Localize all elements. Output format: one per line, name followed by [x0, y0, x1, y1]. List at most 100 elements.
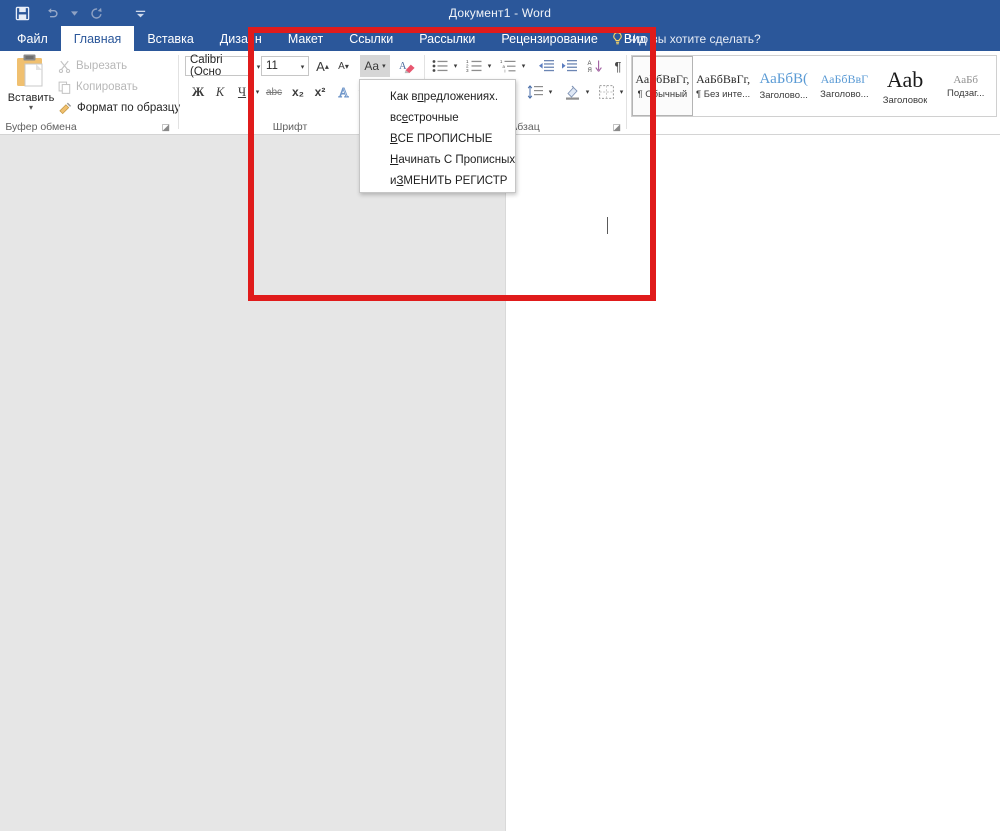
ribbon-group-styles: АаБбВвГг, ¶ Обычный АаБбВвГг, ¶ Без инте...… [627, 51, 1000, 135]
numbering-button[interactable]: 123 [463, 55, 485, 77]
copy-label: Копировать [76, 81, 138, 93]
ribbon-tab-label: Вставка [147, 31, 194, 46]
case-menu-item-4[interactable]: и З МЕНИТЬ РЕГИСТР [360, 170, 515, 191]
title-bar: Документ1 - Word [0, 0, 1000, 26]
lightbulb-icon [613, 32, 622, 45]
strikethrough-button[interactable]: abc [263, 81, 285, 103]
style-card-5[interactable]: АаБб Подзаг... [935, 56, 996, 116]
style-name: Подзаг... [947, 87, 985, 99]
bullets-dropdown-icon[interactable]: ▾ [450, 55, 461, 77]
superscript-button[interactable]: x² [309, 81, 331, 103]
change-case-dropdown-icon[interactable]: ▾ [382, 62, 386, 70]
style-card-2[interactable]: АаБбВ( Заголово... [753, 56, 814, 116]
quick-access-toolbar [8, 0, 154, 26]
sort-icon: AЯ [588, 60, 602, 73]
paragraph-dialog-launcher[interactable]: ◪ [612, 123, 621, 132]
bold-glyph: Ж [191, 84, 205, 99]
underline-button[interactable]: Ч [231, 81, 253, 103]
ribbon-tab-label: Макет [287, 31, 324, 46]
italic-button[interactable]: К [209, 81, 231, 103]
shading-button[interactable] [561, 81, 583, 103]
numbering-dropdown-icon[interactable]: ▾ [484, 55, 495, 77]
undo-dropdown-icon[interactable] [68, 1, 80, 25]
grow-font-button[interactable]: A ▴ [312, 55, 333, 77]
styles-gallery[interactable]: АаБбВвГг, ¶ Обычный АаБбВвГг, ¶ Без инте...… [631, 55, 997, 117]
paste-button[interactable]: Вставить ▾ [8, 53, 54, 119]
paste-dropdown-icon[interactable]: ▾ [29, 104, 33, 112]
decrease-indent-icon [539, 60, 554, 72]
copy-button[interactable]: Копировать [58, 77, 138, 97]
ribbon-tab-1[interactable]: Главная [60, 26, 135, 51]
multilevel-list-button[interactable]: 1ai [497, 55, 519, 77]
shading-dropdown-icon[interactable]: ▾ [582, 81, 593, 103]
line-spacing-icon [527, 85, 543, 99]
format-painter-button[interactable]: Формат по образцу [58, 98, 180, 118]
case-menu-text: МЕНИТЬ РЕГИСТР [403, 174, 508, 187]
font-name-box[interactable]: Calibri (Осно [185, 54, 253, 78]
style-card-4[interactable]: Ааb Заголовок [875, 56, 936, 116]
tell-me-text: Что вы хотите сделать? [628, 31, 761, 46]
shading-icon [565, 85, 579, 100]
style-card-0[interactable]: АаБбВвГг, ¶ Обычный [632, 56, 693, 116]
ribbon-tab-6[interactable]: Рассылки [406, 26, 488, 51]
multilevel-list-icon: 1ai [500, 59, 516, 73]
ribbon-tabs: Файл Главная Вставка Дизайн Макет Ссылки Рассы… [4, 26, 659, 51]
style-preview: АаБб [953, 73, 978, 86]
text-effects-button[interactable]: A [334, 81, 356, 103]
subscript-button[interactable]: x₂ [287, 81, 309, 103]
document-page[interactable] [505, 135, 1000, 831]
ribbon-tab-3[interactable]: Дизайн [207, 26, 275, 51]
format-painter-icon [59, 102, 72, 114]
multilevel-list-dropdown-icon[interactable]: ▾ [518, 55, 529, 77]
line-spacing-button[interactable] [524, 81, 546, 103]
clipboard-dialog-launcher[interactable]: ◪ [161, 123, 170, 132]
bold-button[interactable]: Ж [187, 81, 209, 103]
style-preview: АаБбВвГг, [696, 72, 751, 86]
style-card-1[interactable]: АаБбВвГг, ¶ Без инте... [693, 56, 754, 116]
format-painter-label: Формат по образцу [77, 102, 181, 114]
word-window: Документ1 - Word Файл Главная Вставка Дизай… [0, 0, 1000, 831]
case-menu-item-3[interactable]: Начинать С Прописных [360, 149, 515, 170]
borders-icon [598, 85, 614, 99]
ribbon-tab-label: Рецензирование [501, 31, 598, 46]
ribbon-tab-bar: Файл Главная Вставка Дизайн Макет Ссылки Рассы… [0, 26, 1000, 51]
style-card-3[interactable]: АаБбВвГ Заголово... [814, 56, 875, 116]
decrease-indent-button[interactable] [535, 55, 557, 77]
style-name: Заголовок [882, 94, 928, 106]
clear-formatting-button[interactable]: A [396, 55, 418, 77]
ribbon-tab-4[interactable]: Макет [275, 26, 336, 51]
customize-qat-icon[interactable] [126, 1, 154, 25]
undo-icon[interactable] [38, 1, 66, 25]
save-icon[interactable] [8, 1, 36, 25]
change-case-button[interactable]: Aa ▾ [360, 55, 390, 77]
increase-indent-button[interactable] [558, 55, 580, 77]
strikethrough-glyph: abc [265, 86, 283, 98]
sort-button[interactable]: AЯ [584, 55, 606, 77]
ribbon-tab-7[interactable]: Рецензирование [488, 26, 611, 51]
change-case-menu[interactable]: Как в п редложениях. вс е строчные В СЕ ПРОПИ… [359, 79, 516, 193]
style-preview: АаБбВ( [759, 71, 808, 87]
ribbon-tab-label: Дизайн [219, 31, 262, 46]
ribbon-tab-5[interactable]: Ссылки [336, 26, 406, 51]
font-size-dropdown-icon[interactable]: ▾ [297, 56, 308, 78]
increase-indent-icon [562, 60, 577, 72]
underline-dropdown-icon[interactable]: ▾ [252, 81, 263, 103]
borders-button[interactable] [595, 81, 617, 103]
case-menu-text: вс [390, 111, 402, 124]
ribbon-tab-0[interactable]: Файл [4, 26, 61, 51]
case-menu-hotkey: В [390, 132, 398, 145]
tell-me-box[interactable]: Что вы хотите сделать? [612, 26, 761, 51]
style-name: Заголово... [759, 90, 808, 101]
italic-glyph: К [215, 84, 225, 99]
case-menu-text: СЕ ПРОПИСНЫЕ [397, 132, 493, 145]
case-menu-text: Как в [390, 90, 418, 103]
case-menu-item-2[interactable]: В СЕ ПРОПИСНЫЕ [360, 128, 515, 149]
bullets-button[interactable] [429, 55, 451, 77]
case-menu-item-0[interactable]: Как в п редложениях. [360, 86, 515, 107]
redo-icon[interactable] [82, 1, 110, 25]
cut-button[interactable]: Вырезать [58, 56, 127, 76]
ribbon-tab-2[interactable]: Вставка [134, 26, 206, 51]
line-spacing-dropdown-icon[interactable]: ▾ [545, 81, 556, 103]
case-menu-item-1[interactable]: вс е строчные [360, 107, 515, 128]
shrink-font-button[interactable]: A ▾ [333, 55, 354, 77]
